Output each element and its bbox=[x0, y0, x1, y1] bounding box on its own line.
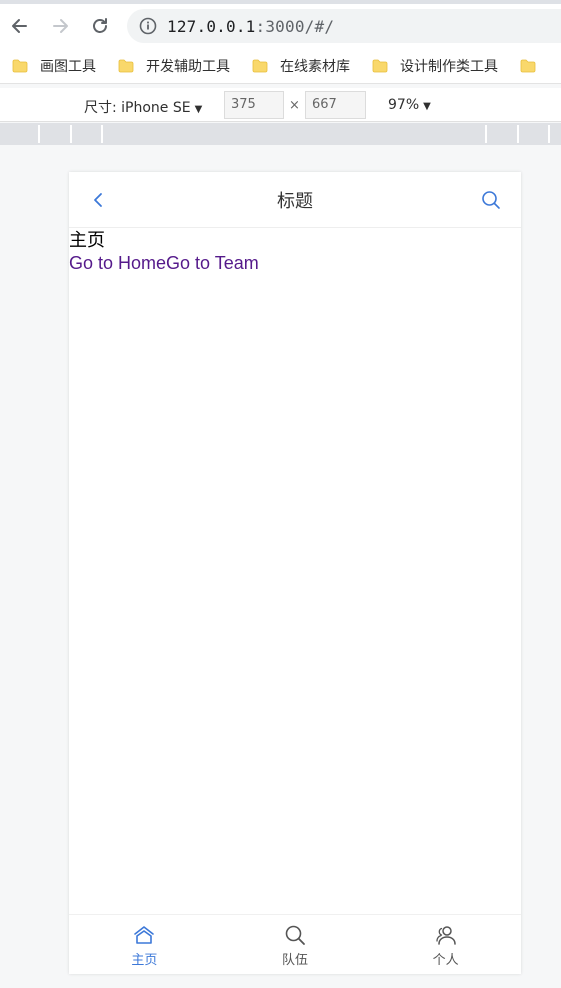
zoom-label: 97% bbox=[388, 97, 420, 113]
media-query-ruler[interactable] bbox=[0, 123, 561, 145]
app-navbar: 标题 bbox=[69, 172, 521, 228]
zoom-select[interactable]: 97% ▼ bbox=[388, 97, 431, 113]
address-bar[interactable]: 127.0.0.1:3000/#/ bbox=[127, 9, 561, 43]
ruler-tick bbox=[101, 125, 103, 143]
folder-icon bbox=[118, 59, 134, 72]
ruler-tick bbox=[485, 125, 487, 143]
link-home[interactable]: Go to Home bbox=[69, 253, 166, 273]
folder-icon bbox=[372, 59, 388, 72]
bookmark-label: 画图工具 bbox=[40, 58, 96, 75]
bookmark-item[interactable]: 在线素材库 bbox=[252, 56, 350, 76]
page-content: 主页 Go to HomeGo to Team bbox=[69, 230, 521, 275]
tab-team[interactable]: 队伍 bbox=[220, 915, 371, 974]
url-host: 127.0.0.1 bbox=[167, 16, 256, 36]
ruler-tick bbox=[548, 125, 550, 143]
page-heading: 主页 bbox=[69, 230, 105, 251]
folder-icon bbox=[252, 59, 268, 72]
ruler-tick bbox=[70, 125, 72, 143]
url-path: :3000/#/ bbox=[255, 16, 335, 36]
chevron-left-icon[interactable] bbox=[87, 188, 111, 212]
bookmark-item-overflow[interactable] bbox=[520, 59, 548, 73]
search-icon bbox=[285, 925, 305, 945]
browser-toolbar: 127.0.0.1:3000/#/ bbox=[0, 4, 561, 48]
height-input[interactable]: 667 bbox=[305, 91, 366, 119]
width-input[interactable]: 375 bbox=[224, 91, 284, 119]
device-toolbar: 尺寸: iPhone SE ▼ 375 × 667 97% ▼ bbox=[0, 88, 561, 122]
device-label: 尺寸: iPhone SE bbox=[84, 100, 191, 116]
nav-links: Go to HomeGo to Team bbox=[69, 252, 521, 275]
caret-down-icon: ▼ bbox=[423, 101, 431, 112]
tab-label: 主页 bbox=[131, 953, 158, 968]
caret-down-icon: ▼ bbox=[194, 104, 203, 115]
back-button[interactable] bbox=[0, 4, 40, 48]
arrow-left-icon bbox=[12, 19, 27, 33]
bookmark-label: 设计制作类工具 bbox=[400, 58, 498, 75]
tab-bar: 主页 队伍 个人 bbox=[69, 914, 521, 974]
reload-button[interactable] bbox=[80, 4, 120, 48]
search-icon[interactable] bbox=[479, 188, 503, 212]
ruler-tick bbox=[517, 125, 519, 143]
tab-home[interactable]: 主页 bbox=[69, 915, 220, 974]
tab-label: 队伍 bbox=[282, 953, 309, 968]
url-text[interactable]: 127.0.0.1:3000/#/ bbox=[167, 17, 334, 36]
bookmark-item[interactable]: 画图工具 bbox=[12, 56, 96, 76]
forward-button[interactable] bbox=[40, 4, 80, 48]
ruler-tick bbox=[38, 125, 40, 143]
bookmark-label: 在线素材库 bbox=[280, 58, 350, 75]
folder-icon bbox=[12, 59, 28, 72]
folder-icon bbox=[520, 59, 536, 72]
navbar-title: 标题 bbox=[277, 190, 313, 212]
bookmark-item[interactable]: 设计制作类工具 bbox=[372, 56, 498, 76]
tab-label: 个人 bbox=[432, 953, 459, 968]
tab-profile[interactable]: 个人 bbox=[370, 915, 521, 974]
info-icon[interactable] bbox=[139, 17, 157, 35]
times-sign: × bbox=[289, 98, 300, 113]
bookmark-item[interactable]: 开发辅助工具 bbox=[118, 56, 230, 76]
arrow-right-icon bbox=[53, 19, 68, 33]
bookmark-label: 开发辅助工具 bbox=[146, 58, 230, 75]
reload-icon bbox=[93, 18, 107, 33]
user-icon bbox=[436, 926, 456, 945]
device-viewport: 标题 主页 Go to HomeGo to Team 主页 队伍 个人 bbox=[69, 172, 521, 974]
link-team[interactable]: Go to Team bbox=[166, 253, 259, 273]
home-icon bbox=[134, 926, 155, 944]
bookmarks-bar: 画图工具 开发辅助工具 在线素材库 设计制作类工具 bbox=[0, 48, 561, 84]
device-select[interactable]: 尺寸: iPhone SE ▼ bbox=[84, 97, 202, 117]
